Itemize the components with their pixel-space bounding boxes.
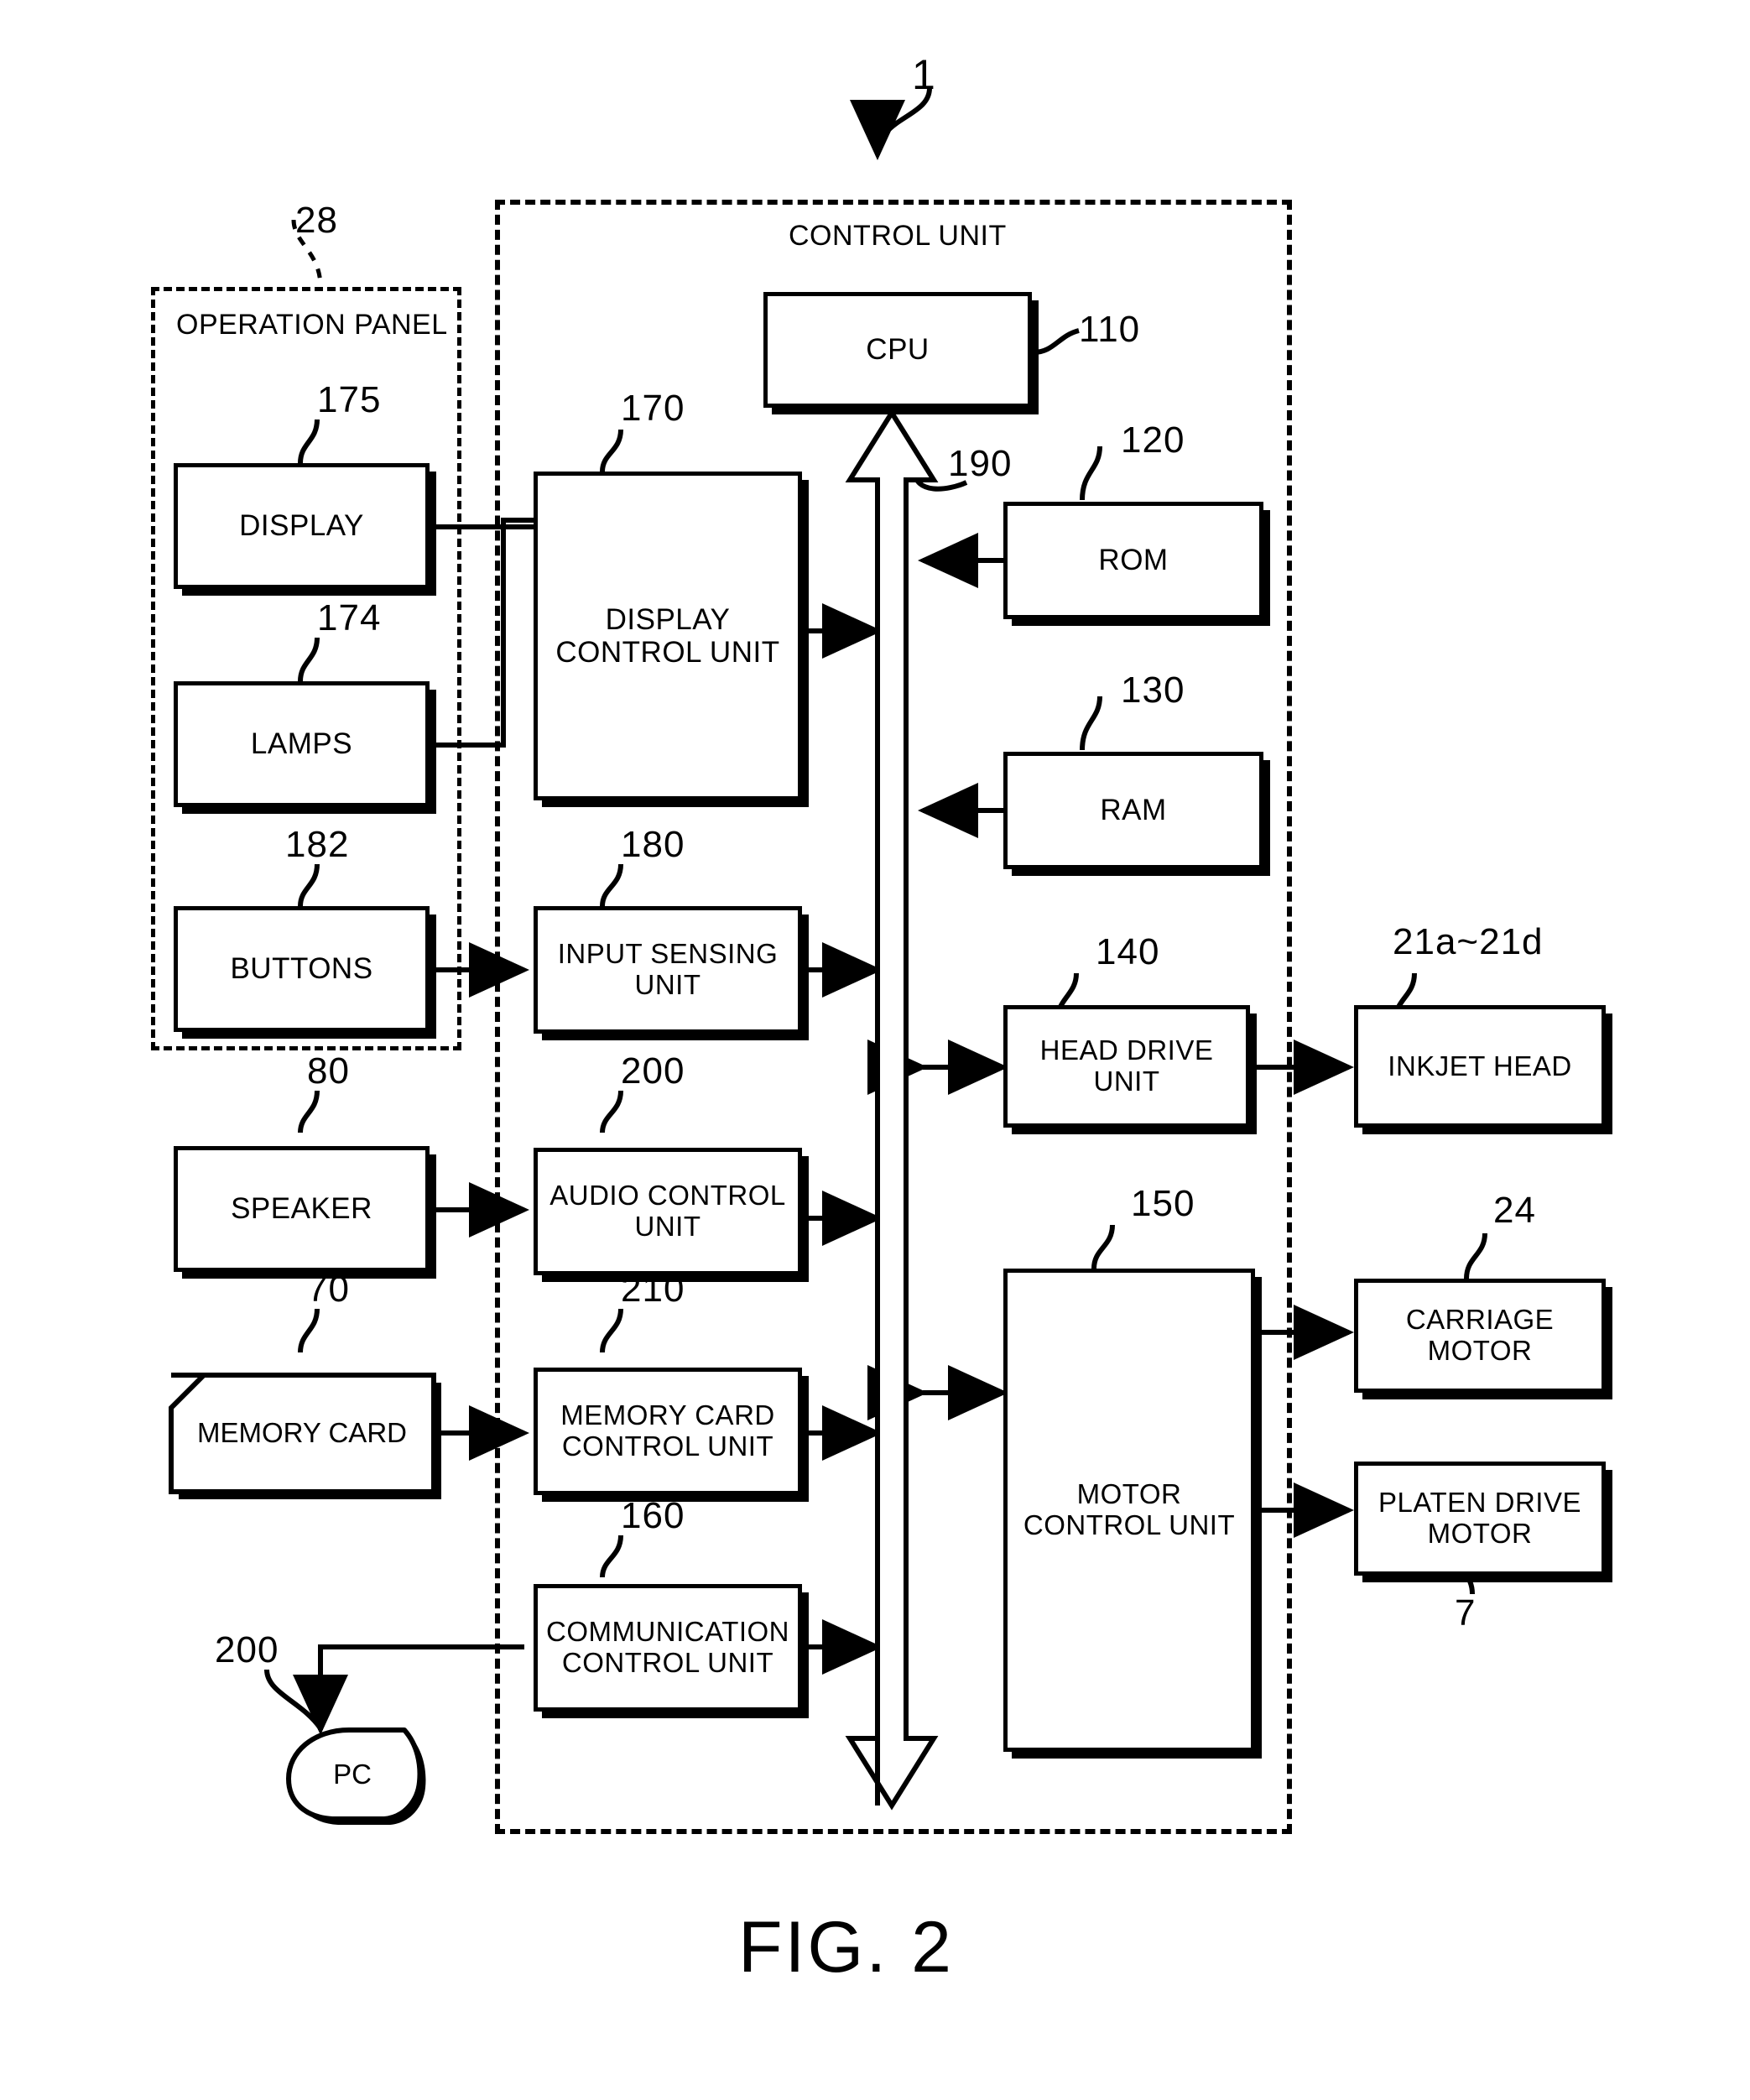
block-head-drive-unit[interactable]: HEAD DRIVE UNIT: [1003, 1005, 1250, 1128]
numeral-200-audio: 200: [621, 1050, 685, 1092]
block-platen-drive-motor[interactable]: PLATEN DRIVE MOTOR: [1354, 1462, 1606, 1576]
block-display-control-unit[interactable]: DISPLAY CONTROL UNIT: [534, 472, 802, 800]
block-speaker[interactable]: SPEAKER: [174, 1146, 430, 1272]
block-speaker-label: SPEAKER: [231, 1192, 372, 1226]
block-audio-control-unit-label: AUDIO CONTROL UNIT: [549, 1180, 786, 1242]
block-cpu-label: CPU: [866, 333, 930, 367]
block-rom[interactable]: ROM: [1003, 502, 1263, 619]
block-ram[interactable]: RAM: [1003, 752, 1263, 869]
numeral-174: 174: [317, 597, 382, 638]
block-pc[interactable]: PC: [277, 1722, 428, 1826]
block-rom-label: ROM: [1098, 544, 1169, 577]
block-motor-control-unit-label: MOTOR CONTROL UNIT: [1023, 1478, 1236, 1540]
numeral-1: 1: [912, 51, 936, 98]
block-display-control-unit-label: DISPLAY CONTROL UNIT: [555, 602, 780, 669]
numeral-140: 140: [1096, 931, 1160, 972]
numeral-180: 180: [621, 824, 685, 865]
block-lamps-label: LAMPS: [250, 727, 353, 761]
patent-figure-page: OPERATION PANEL CONTROL UNIT CPU ROM RAM…: [0, 0, 1750, 2100]
block-memory-card-label: MEMORY CARD: [197, 1416, 407, 1448]
figure-caption: FIG. 2: [738, 1907, 954, 1988]
numeral-110: 110: [1079, 309, 1141, 350]
block-motor-control-unit[interactable]: MOTOR CONTROL UNIT: [1003, 1269, 1255, 1752]
numeral-210: 210: [621, 1269, 685, 1310]
block-input-sensing-unit[interactable]: INPUT SENSING UNIT: [534, 906, 802, 1034]
block-platen-drive-motor-label: PLATEN DRIVE MOTOR: [1378, 1487, 1581, 1549]
numeral-120: 120: [1121, 419, 1185, 461]
numeral-70: 70: [307, 1269, 350, 1310]
block-display-label: DISPLAY: [239, 509, 364, 543]
block-head-drive-unit-label: HEAD DRIVE UNIT: [1039, 1034, 1214, 1097]
block-inkjet-head[interactable]: INKJET HEAD: [1354, 1005, 1606, 1128]
block-buttons-label: BUTTONS: [230, 952, 373, 986]
numeral-190: 190: [948, 443, 1013, 484]
block-lamps[interactable]: LAMPS: [174, 681, 430, 807]
numeral-28: 28: [295, 200, 338, 241]
control-unit-title: CONTROL UNIT: [789, 220, 1007, 252]
block-pc-label: PC: [333, 1758, 372, 1790]
block-memory-card-control-unit[interactable]: MEMORY CARD CONTROL UNIT: [534, 1368, 802, 1495]
block-memory-card-control-unit-label: MEMORY CARD CONTROL UNIT: [560, 1399, 775, 1462]
numeral-21a-21d: 21a~21d: [1393, 921, 1544, 962]
numeral-130: 130: [1121, 670, 1185, 711]
numeral-170: 170: [621, 388, 685, 429]
block-ram-label: RAM: [1100, 794, 1167, 827]
block-communication-control-unit[interactable]: COMMUNICATION CONTROL UNIT: [534, 1584, 802, 1712]
numeral-80: 80: [307, 1050, 350, 1092]
block-cpu[interactable]: CPU: [763, 292, 1032, 408]
numeral-24: 24: [1493, 1190, 1536, 1231]
block-memory-card[interactable]: MEMORY CARD: [164, 1368, 441, 1499]
block-audio-control-unit[interactable]: AUDIO CONTROL UNIT: [534, 1148, 802, 1275]
numeral-150: 150: [1131, 1183, 1195, 1224]
numeral-7: 7: [1455, 1592, 1477, 1634]
numeral-200-pc: 200: [215, 1629, 279, 1670]
numeral-160: 160: [621, 1495, 685, 1536]
block-buttons[interactable]: BUTTONS: [174, 906, 430, 1032]
numeral-175: 175: [317, 379, 382, 420]
block-display[interactable]: DISPLAY: [174, 463, 430, 589]
block-communication-control-unit-label: COMMUNICATION CONTROL UNIT: [545, 1616, 790, 1678]
block-input-sensing-unit-label: INPUT SENSING UNIT: [557, 938, 779, 1000]
block-carriage-motor-label: CARRIAGE MOTOR: [1405, 1304, 1555, 1366]
block-inkjet-head-label: INKJET HEAD: [1388, 1050, 1572, 1081]
operation-panel-title: OPERATION PANEL: [176, 309, 448, 341]
block-carriage-motor[interactable]: CARRIAGE MOTOR: [1354, 1279, 1606, 1393]
numeral-182: 182: [285, 824, 350, 865]
